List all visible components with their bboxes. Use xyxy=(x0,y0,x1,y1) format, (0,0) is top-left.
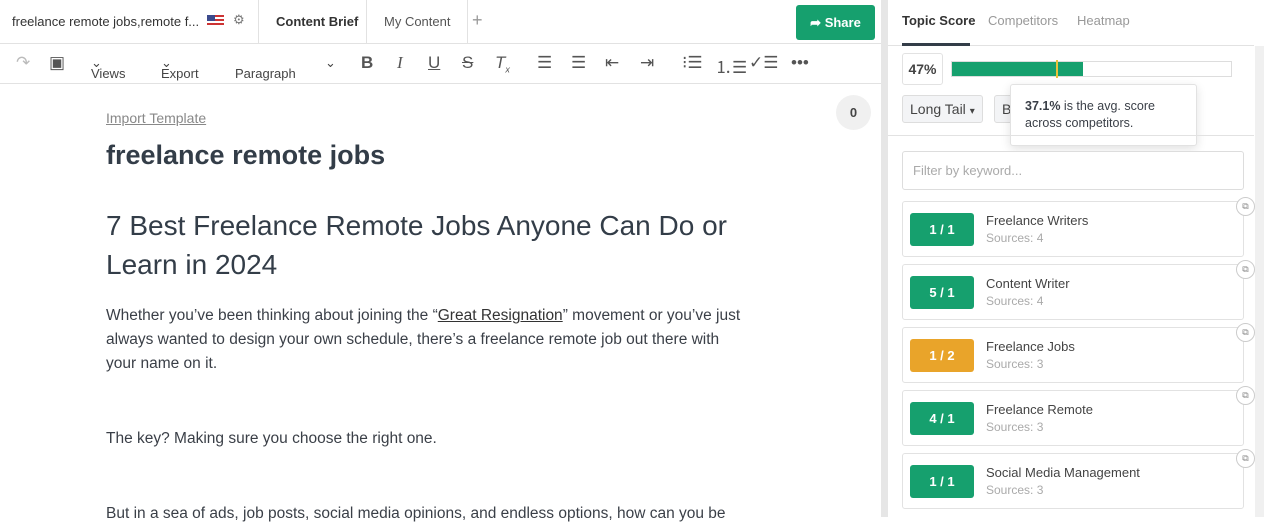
keyword-usage-badge: 1 / 2 xyxy=(910,339,974,372)
copy-icon[interactable]: ⧉ xyxy=(1236,449,1255,468)
article-heading[interactable]: 7 Best Freelance Remote Jobs Anyone Can … xyxy=(106,206,746,284)
copy-icon[interactable]: ⧉ xyxy=(1236,386,1255,405)
paragraph[interactable]: The key? Making sure you choose the righ… xyxy=(106,427,746,451)
comment-counter[interactable]: 0 xyxy=(836,95,871,130)
keyword-filter-input[interactable]: Filter by keyword... xyxy=(902,151,1244,190)
numbered-list-icon[interactable]: ⒈☰ xyxy=(715,53,747,78)
outdent-icon[interactable]: ⇤ xyxy=(605,53,619,73)
more-icon[interactable]: ••• xyxy=(791,53,809,73)
bullet-list-icon[interactable]: ⁝☰ xyxy=(682,53,703,73)
avg-score-marker[interactable] xyxy=(1055,60,1058,78)
paragraph[interactable]: Whether you’ve been thinking about joini… xyxy=(106,304,746,376)
tab-competitors[interactable]: Competitors xyxy=(988,13,1058,28)
keyword-name: Social Media Management xyxy=(986,465,1140,480)
document-title-heading[interactable]: freelance remote jobs xyxy=(106,140,385,171)
keyword-sources: Sources: 4 xyxy=(986,231,1044,245)
document-title[interactable]: freelance remote jobs,remote f... xyxy=(12,14,199,29)
select-value: Long Tail xyxy=(910,101,966,117)
gear-icon[interactable]: ⚙ xyxy=(233,12,245,28)
editor-header: freelance remote jobs,remote f... ⚙ Cont… xyxy=(0,0,881,44)
score-bar xyxy=(951,60,1232,78)
keyword-card[interactable]: 1 / 1 Freelance Writers Sources: 4 ⧉ xyxy=(902,197,1255,257)
save-icon[interactable]: ▣ xyxy=(49,53,65,73)
keyword-type-select[interactable]: Long Tail ▾ xyxy=(902,95,983,123)
keyword-usage-badge: 1 / 1 xyxy=(910,465,974,498)
redo-icon[interactable]: ↷ xyxy=(16,53,30,73)
align-center-icon[interactable]: ☰ xyxy=(571,53,586,73)
keyword-name: Freelance Jobs xyxy=(986,339,1075,354)
us-flag-icon[interactable] xyxy=(207,15,224,27)
keyword-usage-badge: 4 / 1 xyxy=(910,402,974,435)
share-label: Share xyxy=(824,15,861,30)
tooltip-value: 37.1% xyxy=(1025,99,1061,113)
keyword-name: Content Writer xyxy=(986,276,1070,291)
active-tab-indicator xyxy=(902,43,970,46)
views-dropdown[interactable]: Views ⌄ xyxy=(91,55,125,81)
editor-toolbar: ↷ ▣ Views ⌄ Export ⌄ Paragraph ⌄ B I U S … xyxy=(0,44,881,84)
chevron-down-icon: ▾ xyxy=(969,106,975,117)
divider xyxy=(888,135,1254,136)
strikethrough-icon[interactable]: S xyxy=(462,53,473,73)
copy-icon[interactable]: ⧉ xyxy=(1236,323,1255,342)
scrollbar[interactable] xyxy=(1255,46,1264,517)
editor-pane: freelance remote jobs,remote f... ⚙ Cont… xyxy=(0,0,881,522)
keyword-usage-badge: 5 / 1 xyxy=(910,276,974,309)
copy-icon[interactable]: ⧉ xyxy=(1236,197,1255,216)
keyword-card[interactable]: 1 / 2 Freelance Jobs Sources: 3 ⧉ xyxy=(902,323,1255,383)
panel-tabs: Topic Score Competitors Heatmap xyxy=(888,0,1254,46)
great-resignation-link[interactable]: Great Resignation xyxy=(438,307,563,324)
keyword-sources: Sources: 3 xyxy=(986,420,1044,434)
keyword-card[interactable]: 4 / 1 Freelance Remote Sources: 3 ⧉ xyxy=(902,386,1255,446)
keyword-card[interactable]: 1 / 1 Social Media Management Sources: 3… xyxy=(902,449,1255,509)
tab-content-brief[interactable]: Content Brief xyxy=(258,0,375,44)
text: Whether you’ve been thinking about joini… xyxy=(106,307,438,324)
keyword-usage-badge: 1 / 1 xyxy=(910,213,974,246)
export-label: Export xyxy=(161,66,199,81)
share-icon: ➦ xyxy=(810,15,825,30)
checklist-icon[interactable]: ✓☰ xyxy=(749,53,778,73)
keyword-card[interactable]: 5 / 1 Content Writer Sources: 4 ⧉ xyxy=(902,260,1255,320)
avg-score-tooltip: 37.1% is the avg. score across competito… xyxy=(1010,84,1197,146)
clear-format-icon[interactable]: Tx xyxy=(495,53,510,74)
tab-heatmap[interactable]: Heatmap xyxy=(1077,13,1130,28)
keyword-sources: Sources: 3 xyxy=(986,483,1044,497)
align-left-icon[interactable]: ☰ xyxy=(537,53,552,73)
keyword-name: Freelance Writers xyxy=(986,213,1089,228)
score-value: 47% xyxy=(902,53,943,85)
share-button[interactable]: ➦ Share xyxy=(796,5,875,40)
keyword-sources: Sources: 3 xyxy=(986,357,1044,371)
chevron-down-icon: ⌄ xyxy=(325,55,336,70)
score-bar-fill xyxy=(952,62,1084,76)
paragraph-label: Paragraph xyxy=(235,66,296,81)
italic-icon[interactable]: I xyxy=(397,53,403,73)
tab-my-content[interactable]: My Content xyxy=(366,0,469,44)
indent-icon[interactable]: ⇥ xyxy=(640,53,654,73)
pane-resizer[interactable] xyxy=(881,0,888,517)
bold-icon[interactable]: B xyxy=(361,53,373,73)
keyword-name: Freelance Remote xyxy=(986,402,1093,417)
add-tab-button[interactable]: + xyxy=(472,10,483,31)
topic-score-panel: Topic Score Competitors Heatmap 47% Long… xyxy=(888,0,1264,517)
tab-topic-score[interactable]: Topic Score xyxy=(902,13,975,28)
copy-icon[interactable]: ⧉ xyxy=(1236,260,1255,279)
export-dropdown[interactable]: Export ⌄ xyxy=(161,55,199,81)
views-label: Views xyxy=(91,66,126,81)
import-template-link[interactable]: Import Template xyxy=(106,110,206,126)
underline-icon[interactable]: U xyxy=(428,53,440,73)
keyword-sources: Sources: 4 xyxy=(986,294,1044,308)
paragraph[interactable]: But in a sea of ads, job posts, social m… xyxy=(106,502,746,526)
